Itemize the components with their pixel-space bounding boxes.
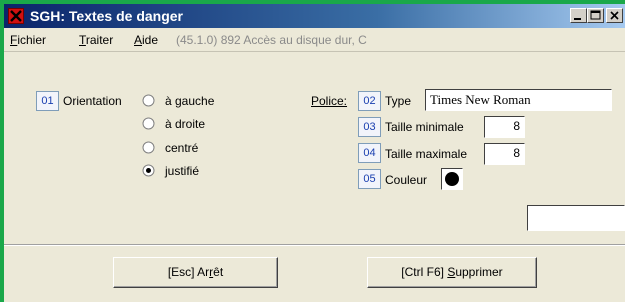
orientation-label: Orientation	[63, 94, 122, 108]
min-size-label: Taille minimale	[385, 120, 464, 134]
option-label-justifie: justifié	[165, 164, 200, 178]
stop-button[interactable]: [Esc] Arrêt	[113, 257, 278, 288]
menu-aide-accesskey: A	[134, 33, 143, 47]
separator	[4, 244, 625, 246]
stop-button-label: [Esc] Ar	[167, 265, 210, 279]
max-size-input[interactable]: 8	[484, 143, 525, 165]
radio-justifie[interactable]	[142, 164, 155, 177]
delete-button[interactable]: [Ctrl F6] Supprimer	[367, 257, 537, 288]
min-size-number-button[interactable]: 03	[358, 117, 381, 137]
max-size-number-button[interactable]: 04	[358, 143, 381, 163]
font-type-label: Type	[385, 94, 412, 108]
max-size-label: Taille maximale	[385, 147, 468, 161]
radio-a-gauche[interactable]	[142, 94, 155, 107]
menu-traiter-accesskey: T	[79, 33, 86, 47]
close-icon[interactable]	[606, 8, 623, 23]
menu-aide-label: ide	[142, 33, 159, 47]
app-window: SGH: Textes de danger Fichier Traiter Ai…	[4, 4, 625, 302]
stop-button-label-end: êt	[213, 265, 224, 279]
status-info: (45.1.0) 892 Accès au disque dur, C	[176, 33, 367, 47]
delete-button-label-end: upprimer	[455, 265, 503, 279]
color-label: Couleur	[385, 173, 428, 187]
radio-centre[interactable]	[142, 141, 155, 154]
menu-fichier[interactable]: Fichier	[10, 33, 46, 47]
color-swatch[interactable]	[441, 168, 463, 190]
menu-bar: Fichier Traiter Aide (45.1.0) 892 Accès …	[4, 28, 625, 52]
police-label: Police:	[311, 94, 348, 108]
option-label-a-droite: à droite	[165, 117, 206, 131]
option-label-a-gauche: à gauche	[165, 94, 215, 108]
close-x-icon	[8, 8, 24, 24]
maximize-icon[interactable]	[587, 8, 604, 23]
menu-aide[interactable]: Aide	[134, 33, 158, 47]
minimize-icon[interactable]	[570, 8, 587, 23]
menu-traiter[interactable]: Traiter	[79, 33, 113, 47]
radio-a-droite[interactable]	[142, 117, 155, 130]
option-label-centre: centré	[165, 141, 199, 155]
menu-fichier-label: ichier	[17, 33, 47, 47]
delete-button-label: [Ctrl F6]	[401, 265, 448, 279]
window-title: SGH: Textes de danger	[30, 8, 184, 24]
extra-input[interactable]	[527, 205, 625, 231]
color-number-button[interactable]: 05	[358, 169, 381, 189]
font-type-input[interactable]: Times New Roman	[425, 89, 612, 111]
title-bar: SGH: Textes de danger	[4, 4, 625, 28]
font-type-number-button[interactable]: 02	[358, 91, 381, 111]
orientation-number-button[interactable]: 01	[36, 91, 59, 111]
menu-traiter-label: raiter	[85, 33, 114, 47]
min-size-input[interactable]: 8	[484, 116, 525, 138]
